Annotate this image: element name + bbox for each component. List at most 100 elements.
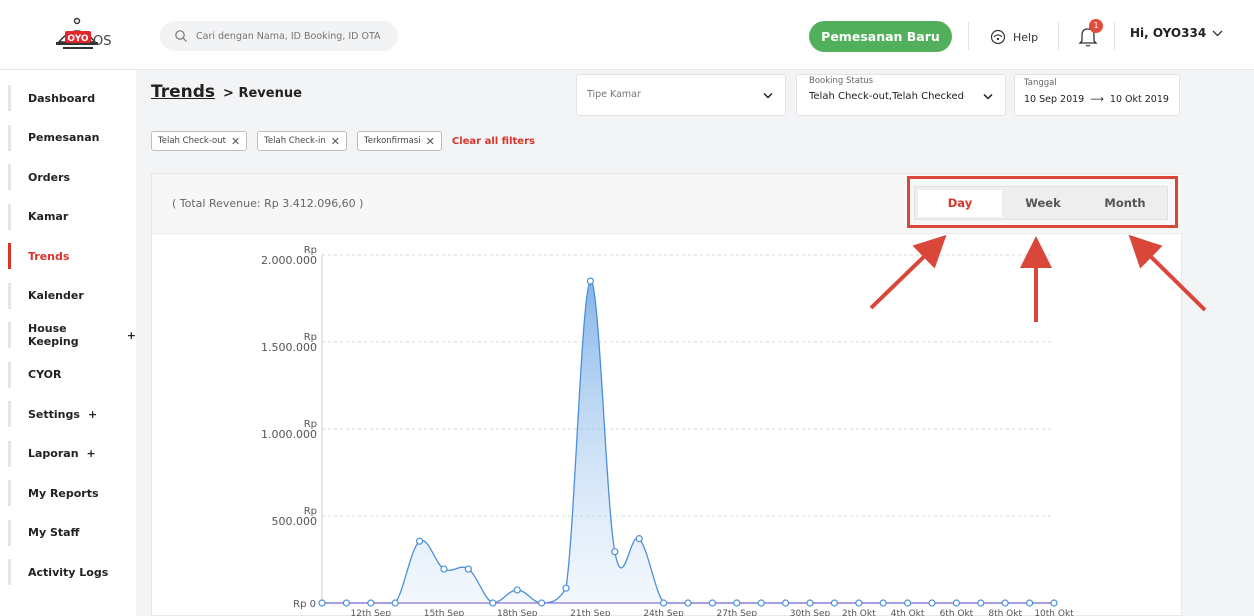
- logo-wordmark: OYO: [67, 34, 89, 44]
- help-button[interactable]: Help: [990, 27, 1038, 47]
- sidebar-item-kamar[interactable]: Kamar: [0, 199, 136, 235]
- revenue-point: [660, 599, 668, 607]
- sidebar-item-marker: [8, 282, 11, 309]
- sidebar-item-activity-logs[interactable]: Activity Logs: [0, 554, 136, 590]
- sidebar-item-dashboard[interactable]: Dashboard: [0, 80, 136, 116]
- x-tick-label: 2th Okt: [842, 609, 876, 616]
- sidebar-item-marker: [8, 519, 11, 546]
- revenue-point: [611, 548, 619, 556]
- filter-chip-checked-out[interactable]: Telah Check-out ✕: [151, 131, 248, 151]
- sidebar-item-house-keeping[interactable]: House Keeping +: [0, 317, 136, 353]
- revenue-point: [489, 599, 497, 607]
- search-input[interactable]: [196, 26, 392, 46]
- revenue-point: [1025, 599, 1034, 607]
- sidebar-item-marker: [8, 243, 11, 269]
- search-bar[interactable]: [160, 21, 398, 51]
- y-tick-label: 1.000.000: [261, 428, 317, 441]
- expand-icon[interactable]: +: [87, 447, 96, 460]
- revenue-point: [318, 599, 326, 607]
- date-range-picker[interactable]: Tanggal 10 Sep 2019 ⟶ 10 Okt 2019: [1014, 74, 1180, 116]
- revenue-point: [855, 599, 863, 607]
- revenue-point: [586, 277, 594, 285]
- breadcrumb-current: > Revenue: [223, 86, 302, 101]
- sidebar-item-kalender[interactable]: Kalender: [0, 278, 136, 314]
- x-tick-label: 30th Sep: [790, 609, 831, 616]
- chevron-down-icon: [1212, 30, 1223, 36]
- x-tick-label: 6th Okt: [940, 609, 974, 616]
- close-icon[interactable]: ✕: [231, 135, 240, 148]
- notifications-button[interactable]: 1: [1076, 19, 1104, 50]
- x-tick-label: 10th Okt: [1034, 609, 1074, 616]
- sidebar-item-settings[interactable]: Settings +: [0, 396, 136, 432]
- sidebar-item-marker: [8, 124, 11, 151]
- sidebar-item-label: Dashboard: [28, 91, 96, 105]
- sidebar-item-marker: [8, 85, 11, 111]
- revenue-point: [830, 599, 839, 607]
- divider: [968, 22, 969, 50]
- sidebar-item-pemesanan[interactable]: Pemesanan: [0, 120, 136, 156]
- revenue-area-chart: Rp 0Rp500.000Rp1.000.000Rp1.500.000Rp2.0…: [261, 245, 1074, 616]
- filter-chip-confirmed[interactable]: Terkonfirmasi ✕: [356, 131, 442, 151]
- revenue-point: [708, 599, 717, 607]
- clear-filters-link[interactable]: Clear all filters: [452, 136, 535, 147]
- x-tick-label: 8th Okt: [988, 609, 1022, 616]
- revenue-point: [903, 599, 912, 607]
- filter-chip-checked-in[interactable]: Telah Check-in ✕: [257, 131, 347, 151]
- new-booking-button[interactable]: Pemesanan Baru: [809, 21, 952, 52]
- sidebar-item-label: Trends: [28, 249, 70, 263]
- revenue-point: [781, 599, 790, 607]
- y-tick-label: Rp 0: [293, 599, 316, 610]
- revenue-point: [367, 599, 375, 607]
- breadcrumb: Trends > Revenue: [151, 82, 302, 102]
- revenue-point: [562, 584, 570, 592]
- date-label: Tanggal: [1024, 78, 1057, 88]
- x-tick-label: 21th Sep: [570, 609, 611, 616]
- sidebar-item-marker: [8, 480, 11, 506]
- chip-label: Telah Check-out: [158, 136, 226, 146]
- revenue-point: [977, 599, 985, 607]
- x-tick-label: 15th Sep: [424, 609, 465, 616]
- user-menu[interactable]: Hi, OYO334: [1130, 26, 1223, 40]
- sidebar-item-trends[interactable]: Trends: [0, 238, 136, 274]
- sidebar-item-laporan[interactable]: Laporan +: [0, 436, 136, 472]
- notification-badge: 1: [1089, 19, 1103, 33]
- revenue-point: [464, 565, 472, 573]
- date-to: 10 Okt 2019: [1109, 94, 1169, 105]
- oyo-logo[interactable]: OYO OS: [55, 12, 145, 58]
- y-tick-label: 2.000.000: [261, 254, 317, 267]
- booking-status-label: Booking Status: [809, 76, 874, 86]
- sidebar-item-marker: [8, 164, 11, 190]
- sidebar-item-label: House Keeping: [28, 322, 79, 348]
- booking-status-dropdown[interactable]: Booking Status Telah Check-out,Telah Che…: [796, 74, 1006, 116]
- revenue-point: [684, 599, 692, 607]
- sidebar-item-cyor[interactable]: CYOR: [0, 357, 136, 393]
- top-bar: OYO OS Pemesanan Baru Help 1 Hi, OYO334: [0, 0, 1254, 70]
- chip-label: Telah Check-in: [264, 136, 326, 146]
- search-icon: [175, 30, 187, 42]
- close-icon[interactable]: ✕: [331, 135, 340, 148]
- sidebar-item-my-reports[interactable]: My Reports: [0, 475, 136, 511]
- sidebar-item-orders[interactable]: Orders: [0, 159, 136, 195]
- revenue-point: [879, 599, 887, 607]
- room-type-dropdown[interactable]: Tipe Kamar: [576, 74, 786, 116]
- sidebar-item-marker: [8, 203, 11, 230]
- revenue-point: [806, 599, 814, 607]
- expand-icon[interactable]: +: [88, 408, 97, 421]
- close-icon[interactable]: ✕: [426, 135, 435, 148]
- revenue-point: [342, 599, 350, 607]
- revenue-point: [733, 599, 741, 607]
- sidebar-item-label: Settings: [28, 407, 80, 421]
- breadcrumb-trends-link[interactable]: Trends: [151, 82, 215, 102]
- sidebar-item-label: Kamar: [28, 210, 69, 223]
- sidebar-item-my-staff[interactable]: My Staff: [0, 515, 136, 551]
- revenue-point: [416, 537, 424, 545]
- sidebar-item-marker: [8, 440, 11, 467]
- sidebar-item-marker: [8, 401, 11, 427]
- sidebar-item-label: Activity Logs: [28, 565, 109, 579]
- booking-status-value: Telah Check-out,Telah Checked-in: [809, 91, 965, 102]
- chip-label: Terkonfirmasi: [363, 136, 421, 146]
- expand-icon[interactable]: +: [127, 329, 136, 342]
- sidebar-item-marker: [8, 559, 11, 585]
- revenue-point: [635, 535, 643, 543]
- date-from: 10 Sep 2019: [1024, 94, 1085, 105]
